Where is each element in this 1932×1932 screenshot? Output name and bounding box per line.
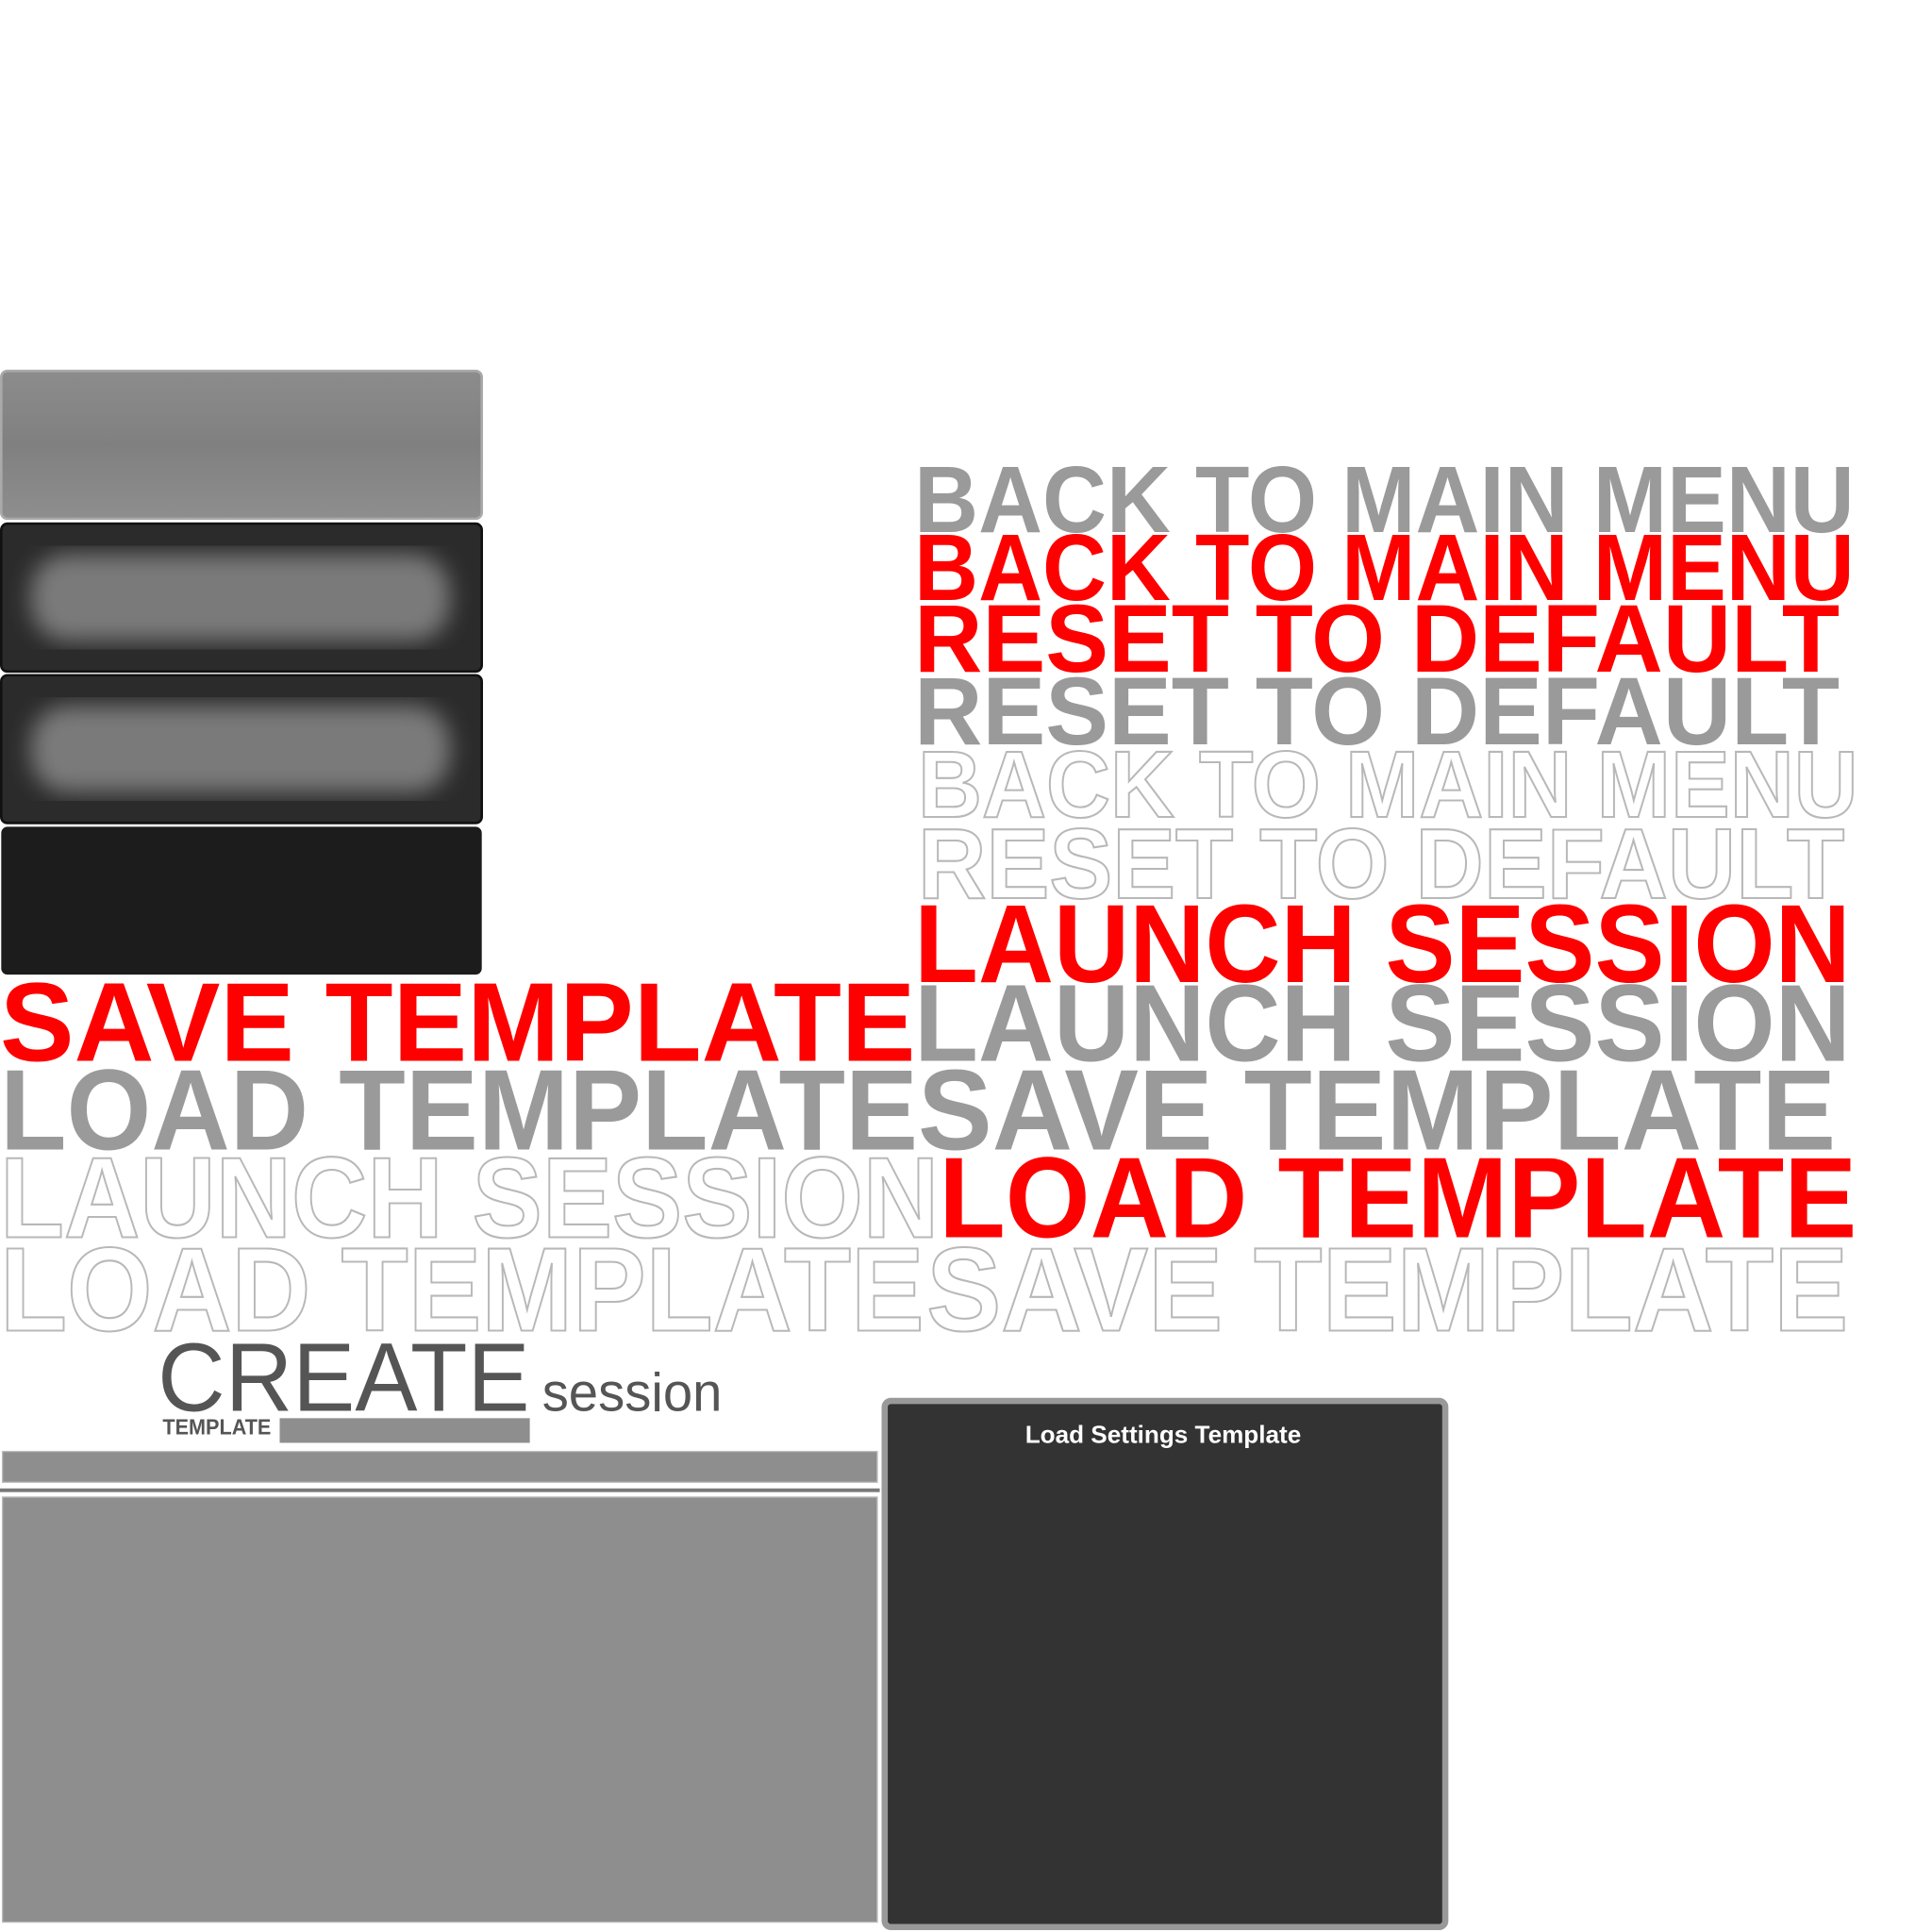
load-settings-dialog: Load Settings Template xyxy=(881,1397,1449,1931)
template-label: TEMPLATE xyxy=(162,1414,271,1439)
session-subtitle: session xyxy=(542,1363,723,1424)
save-template-label-disabled: SAVE TEMPLATE xyxy=(926,1223,1848,1357)
button-hover[interactable] xyxy=(0,522,483,674)
session-name-bar[interactable] xyxy=(1,1450,878,1483)
ui-sprite-sheet: BACK TO MAIN MENU BACK TO MAIN MENU RESE… xyxy=(0,369,1859,1931)
session-content-panel xyxy=(1,1496,878,1924)
dialog-title: Load Settings Template xyxy=(1025,1420,1302,1448)
template-name-field[interactable] xyxy=(279,1418,530,1443)
button-normal[interactable] xyxy=(0,369,483,521)
button-pressed[interactable] xyxy=(0,674,483,824)
button-disabled[interactable] xyxy=(1,826,482,975)
divider xyxy=(0,1488,880,1492)
